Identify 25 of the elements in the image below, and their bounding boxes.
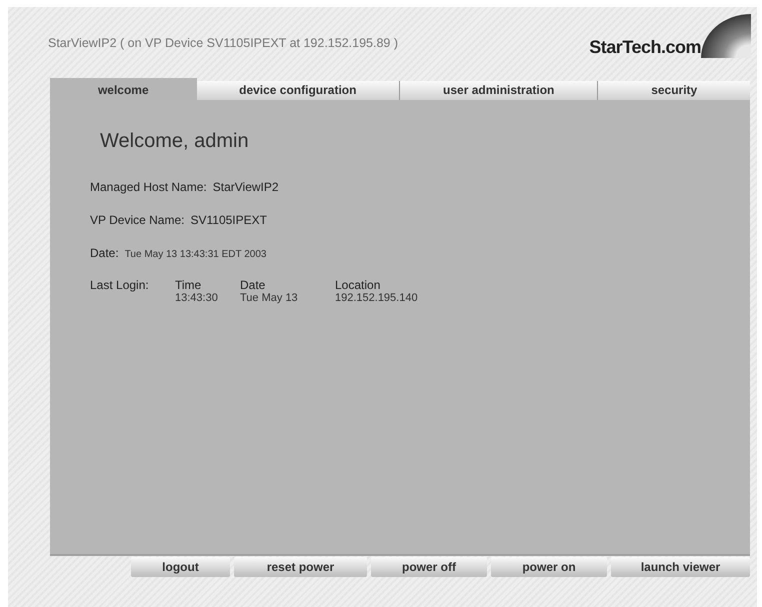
action-button[interactable]: reset power bbox=[234, 557, 367, 577]
column-header: Date bbox=[240, 278, 266, 292]
logo-text: StarTech.com bbox=[589, 37, 701, 58]
tab[interactable]: device configuration bbox=[196, 81, 400, 100]
tab[interactable]: user administration bbox=[400, 81, 598, 100]
field-value: SV1105IPEXT bbox=[190, 213, 267, 227]
field-label: Date: bbox=[90, 246, 119, 260]
action-button[interactable]: power on bbox=[491, 557, 607, 577]
action-button[interactable]: power off bbox=[371, 557, 487, 577]
field-label: Managed Host Name: bbox=[90, 180, 207, 194]
column-header: Time bbox=[175, 278, 202, 292]
table-cell-text: 13:43:30 bbox=[175, 292, 219, 304]
field-value: StarViewIP2 bbox=[212, 180, 279, 194]
tab[interactable]: welcome bbox=[50, 78, 197, 100]
field-label: Last Login: bbox=[90, 278, 150, 292]
table-cell-text: Tue May 13 bbox=[240, 292, 299, 304]
action-button[interactable]: logout bbox=[131, 557, 230, 577]
column-header: Location bbox=[335, 278, 382, 292]
field-value: Tue May 13 13:43:31 EDT 2003 bbox=[124, 249, 266, 260]
action-button[interactable]: launch viewer bbox=[611, 557, 750, 577]
welcome-heading: Welcome, admin bbox=[100, 130, 250, 153]
field-label: VP Device Name: bbox=[90, 213, 184, 227]
page-title: StarViewIP2 ( on VP Device SV1105IPEXT at 192.152.195.89 ) bbox=[48, 36, 398, 50]
tab[interactable]: security bbox=[598, 81, 750, 100]
table-cell-text: 192.152.195.140 bbox=[335, 292, 419, 304]
